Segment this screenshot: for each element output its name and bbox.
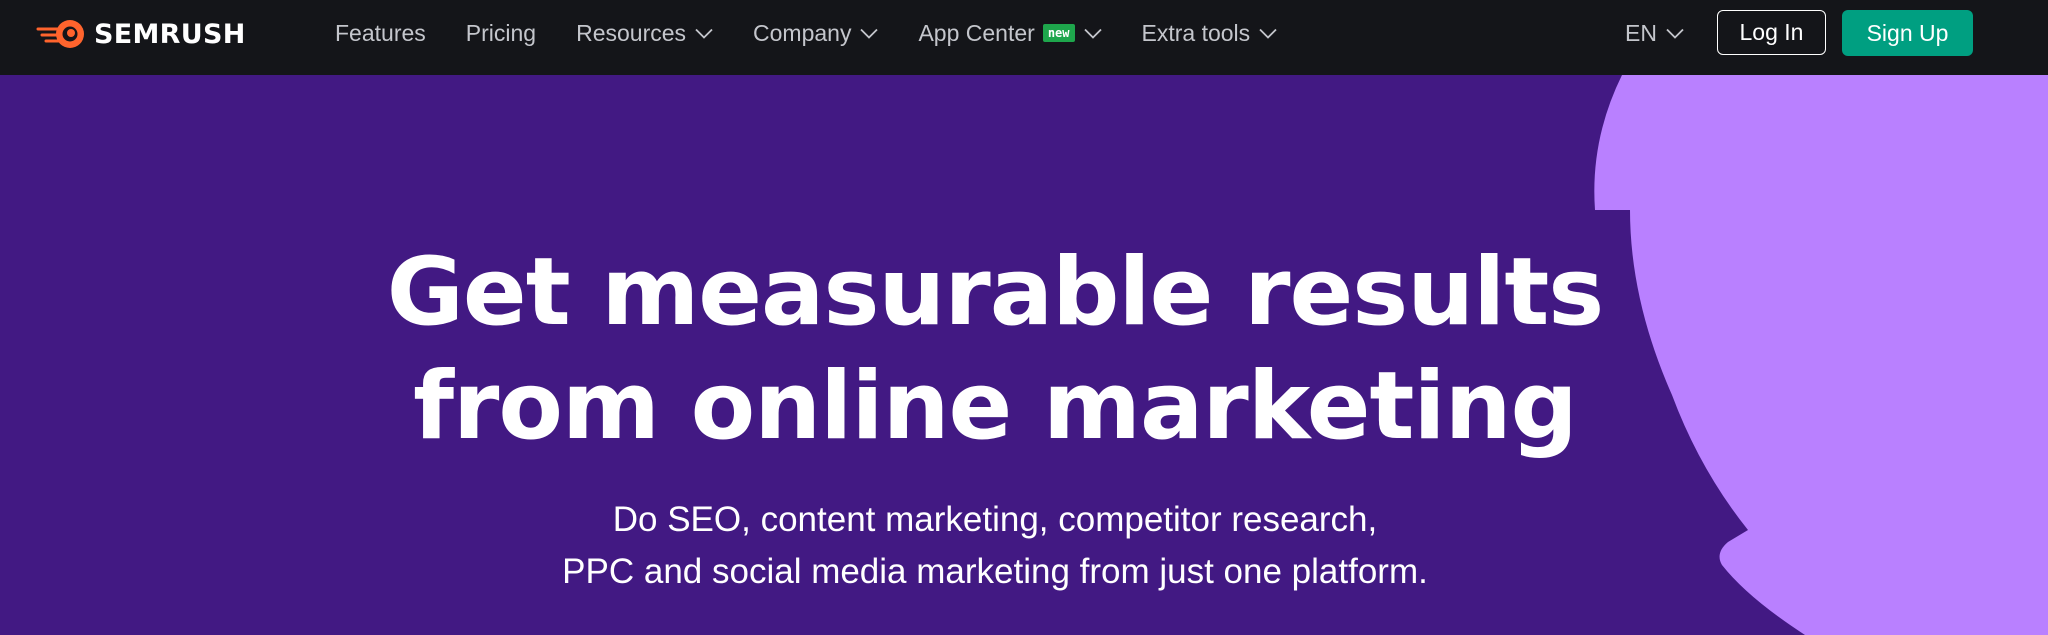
language-selector[interactable]: EN	[1625, 0, 1684, 66]
chevron-down-icon	[695, 28, 713, 39]
hero-title: Get measurable results from online marke…	[0, 236, 1990, 464]
nav-pricing-label: Pricing	[465, 19, 537, 46]
brand-name: SEMRUSH	[94, 18, 246, 50]
chevron-down-icon	[1083, 28, 1102, 39]
nav-app-center-label: App Center	[918, 19, 1035, 46]
nav-company-label: Company	[753, 19, 852, 46]
hero-subtitle-line-1: Do SEO, content marketing, competitor re…	[612, 500, 1378, 539]
chevron-down-icon	[1666, 28, 1684, 39]
nav-company-dropdown[interactable]: Company	[753, 19, 879, 47]
nav-extra-tools-label: Extra tools	[1141, 19, 1251, 46]
chevron-down-icon	[1259, 28, 1277, 39]
sign-up-button[interactable]: Sign Up	[1842, 10, 1973, 56]
nav-resources-dropdown[interactable]: Resources	[576, 20, 713, 47]
nav-resources-label: Resources	[576, 19, 687, 46]
hero-subtitle: Do SEO, content marketing, competitor re…	[0, 494, 1990, 598]
nav-features-label: Features	[335, 19, 426, 46]
hero-subtitle-line-2: PPC and social media marketing from just…	[562, 552, 1428, 591]
main-nav: Features Pricing Resources Company App C…	[335, 0, 1317, 66]
chevron-down-icon	[860, 28, 879, 39]
semrush-flame-icon	[36, 20, 84, 48]
nav-extra-tools-dropdown[interactable]: Extra tools	[1142, 20, 1278, 47]
nav-app-center-dropdown[interactable]: App Center new	[918, 19, 1102, 47]
nav-pricing[interactable]: Pricing	[466, 20, 536, 47]
semrush-logo-link[interactable]: SEMRUSH	[36, 15, 246, 53]
top-navigation-bar: SEMRUSH Features Pricing Resources Compa…	[0, 0, 2048, 75]
log-in-button[interactable]: Log In	[1717, 10, 1826, 55]
hero-title-line-2: from online marketing	[413, 352, 1578, 461]
nav-features[interactable]: Features	[335, 20, 426, 47]
language-label: EN	[1625, 19, 1657, 46]
new-badge: new	[1042, 24, 1075, 42]
hero-title-line-1: Get measurable results	[386, 238, 1604, 347]
